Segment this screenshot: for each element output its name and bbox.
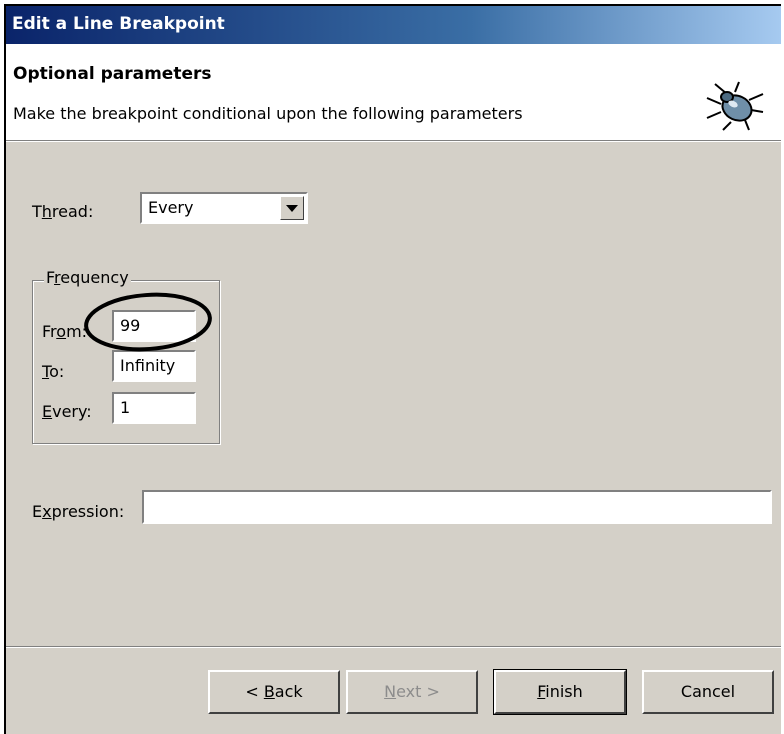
cancel-button[interactable]: Cancel xyxy=(642,670,774,714)
expression-label: Expression: xyxy=(32,502,125,521)
thread-select[interactable]: Every xyxy=(140,192,308,224)
every-field[interactable]: 1 xyxy=(112,392,196,424)
footer-separator xyxy=(6,646,781,648)
next-button[interactable]: Next > xyxy=(346,670,478,714)
title-bar: Edit a Line Breakpoint xyxy=(6,6,781,44)
frequency-legend: Frequency xyxy=(44,268,131,287)
thread-label: Thread: xyxy=(32,202,94,221)
window-title: Edit a Line Breakpoint xyxy=(12,14,225,34)
to-label: To: xyxy=(42,362,65,381)
every-value: 1 xyxy=(120,398,131,417)
annotation-ellipse xyxy=(84,292,212,352)
wizard-header: Optional parameters Make the breakpoint … xyxy=(6,44,781,140)
header-title: Optional parameters xyxy=(13,64,212,84)
to-value: Infinity xyxy=(120,356,176,375)
breakpoint-dialog: Edit a Line Breakpoint Optional paramete… xyxy=(4,4,781,734)
every-label: Every: xyxy=(42,402,92,421)
chevron-down-icon[interactable] xyxy=(280,196,304,220)
header-separator xyxy=(6,140,781,142)
finish-button[interactable]: Finish xyxy=(493,669,627,715)
to-field[interactable]: Infinity xyxy=(112,350,196,382)
expression-field[interactable] xyxy=(142,490,772,524)
header-description: Make the breakpoint conditional upon the… xyxy=(13,104,523,123)
thread-selected-value: Every xyxy=(148,198,194,217)
bug-icon xyxy=(706,81,764,131)
back-button[interactable]: < Back xyxy=(208,670,340,714)
from-label: From: xyxy=(42,322,88,341)
